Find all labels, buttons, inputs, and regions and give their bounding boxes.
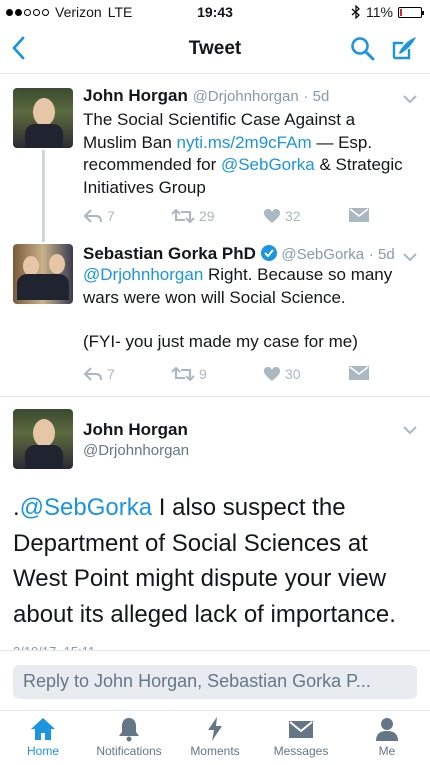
heart-icon — [264, 367, 280, 381]
mention-link[interactable]: @Drjohnhorgan — [83, 265, 203, 284]
author-name[interactable]: John Horgan — [83, 420, 188, 440]
tab-label: Me — [378, 744, 396, 758]
reply-button[interactable]: 7 — [83, 366, 115, 382]
tweet-text: .@SebGorka I also suspect the Department… — [13, 490, 418, 632]
heart-icon — [264, 209, 280, 223]
author-handle: @Drjohnhorgan — [83, 442, 190, 459]
tweet-text: The Social Scientific Case Against a Mus… — [83, 109, 413, 199]
battery-icon — [398, 6, 424, 18]
avatar[interactable] — [13, 244, 73, 304]
reply-count: 7 — [107, 208, 115, 224]
retweet-button[interactable]: 29 — [171, 208, 215, 224]
author-handle: @Drjohnhorgan — [192, 88, 299, 105]
thread-tweet-2[interactable]: Sebastian Gorka PhD @SebGorka · 5d @Drjo… — [0, 234, 430, 396]
tab-me[interactable]: Me — [344, 716, 430, 758]
tab-moments[interactable]: Moments — [172, 716, 258, 758]
like-button[interactable]: 30 — [263, 366, 301, 382]
envelope-icon — [289, 721, 313, 738]
lightning-icon — [208, 717, 222, 741]
tab-label: Home — [26, 744, 59, 758]
mention-link[interactable]: @SebGorka — [20, 494, 152, 521]
direct-message-button[interactable] — [349, 366, 369, 380]
reply-bar: Reply to John Horgan, Sebastian Gorka P.… — [0, 650, 430, 710]
tab-label: Messages — [273, 744, 329, 758]
top-navigation-bar: Tweet — [0, 24, 430, 74]
avatar[interactable] — [13, 88, 73, 148]
bell-icon — [119, 718, 139, 742]
retweet-button[interactable]: 9 — [171, 366, 207, 382]
reply-icon — [83, 209, 102, 223]
chevron-down-icon[interactable] — [402, 94, 418, 104]
search-icon[interactable] — [350, 36, 376, 62]
compose-icon[interactable] — [390, 34, 418, 62]
retweet-icon — [171, 367, 195, 381]
tweet-text-part: . — [13, 494, 20, 521]
envelope-icon — [349, 366, 369, 380]
home-icon — [31, 718, 55, 740]
status-bar: Verizon LTE 19:43 11% — [0, 0, 430, 24]
envelope-icon — [349, 208, 369, 222]
reply-button[interactable]: 7 — [83, 208, 115, 224]
bluetooth-icon — [351, 5, 360, 19]
direct-message-button[interactable] — [349, 208, 369, 222]
person-icon — [376, 718, 398, 741]
tab-home[interactable]: Home — [0, 716, 86, 758]
reply-count: 7 — [107, 366, 115, 382]
chevron-down-icon[interactable] — [402, 425, 418, 435]
retweet-count: 9 — [199, 366, 207, 382]
tab-notifications[interactable]: Notifications — [86, 716, 172, 758]
tweet-text: @Drjohnhorgan Right. Because so many war… — [83, 264, 413, 309]
tweet-link[interactable]: nyti.ms/2m9cFAm — [177, 133, 312, 152]
tweet-time: · 5d — [303, 88, 330, 105]
verified-badge-icon — [260, 245, 277, 261]
chevron-down-icon[interactable] — [402, 252, 418, 262]
reply-input[interactable]: Reply to John Horgan, Sebastian Gorka P.… — [13, 665, 417, 699]
author-name[interactable]: John Horgan — [83, 86, 188, 105]
tab-label: Notifications — [96, 744, 162, 758]
thread-connector — [42, 150, 45, 236]
retweet-count: 29 — [199, 208, 215, 224]
tab-messages[interactable]: Messages — [258, 716, 344, 758]
like-button[interactable]: 32 — [263, 208, 301, 224]
mention-link[interactable]: @SebGorka — [221, 155, 315, 174]
battery-percent: 11% — [366, 4, 393, 20]
author-handle: @SebGorka — [281, 246, 365, 263]
thread-tweet-1[interactable]: John Horgan @Drjohnhorgan · 5d The Socia… — [0, 74, 430, 236]
thread-connector — [42, 234, 45, 242]
avatar[interactable] — [13, 409, 73, 469]
tab-label: Moments — [190, 744, 240, 758]
like-count: 32 — [285, 208, 301, 224]
bottom-tab-bar: Home Notifications Moments Messages Me — [0, 710, 430, 765]
focused-tweet: John Horgan @Drjohnhorgan .@SebGorka I a… — [0, 396, 430, 659]
retweet-icon — [171, 209, 195, 223]
tweet-text-second-paragraph: (FYI- you just made my case for me) — [83, 332, 358, 351]
reply-icon — [83, 367, 102, 381]
tweet-time: · 5d — [368, 246, 395, 263]
like-count: 30 — [285, 366, 301, 382]
author-name[interactable]: Sebastian Gorka PhD — [83, 244, 256, 263]
